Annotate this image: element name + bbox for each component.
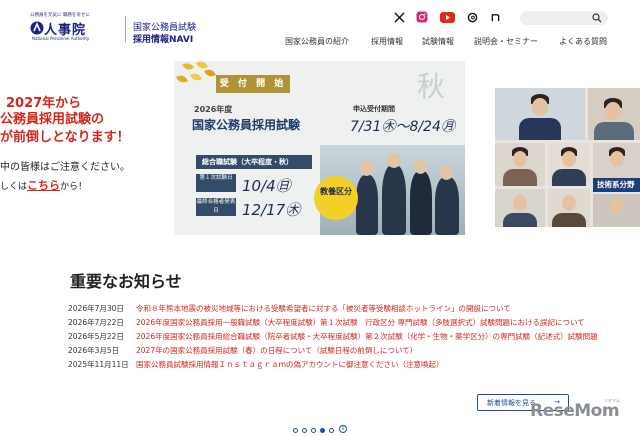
- logo-tagline: 公務員を元気に 職務を幸せに: [30, 13, 90, 18]
- banner-final-date: 12/17㊍: [242, 201, 301, 219]
- news-section-title: 重要なお知らせ: [70, 272, 182, 291]
- hero-banner-autumn-exam[interactable]: 受 付 開 始 秋 2026年度 国家公務員採用試験 申込受付期間 7/31㊍〜…: [174, 61, 465, 235]
- banner-kyoyo-badge: 教養区分: [314, 176, 358, 220]
- news-item-link[interactable]: 国家公務員試験採用情報Ｉｎｓｔａｇｒａｍの偽アカウントに御注意ください（注意喚起…: [136, 359, 444, 370]
- banner-period: 7/31㊍〜8/24㊊: [350, 119, 455, 135]
- news-item-link[interactable]: 2027年の国家公務員採用試験（春）の日程について（試験日程の前倒しについて）: [136, 345, 417, 356]
- carousel-dot[interactable]: [293, 427, 298, 433]
- instagram-icon[interactable]: [415, 10, 429, 24]
- banner-exam-title: 国家公務員採用試験: [192, 118, 301, 132]
- news-item-link[interactable]: 2026年度国家公務員採用一般職試験（大卒程度試験）第１次試験 行政区分 専門試…: [136, 317, 585, 328]
- banner-year: 2026年度: [194, 105, 233, 114]
- banner-uketsuke-label: 受 付 開 始: [216, 75, 290, 93]
- banner-final-label: 最終合格者発表日: [196, 198, 236, 216]
- nav-item-exam-info[interactable]: 試験情報: [422, 36, 454, 47]
- carousel-dot[interactable]: [311, 427, 316, 433]
- resemom-watermark: ReseMom: [530, 401, 620, 421]
- search-input[interactable]: [520, 11, 608, 25]
- global-nav: 国家公務員の紹介 採用情報 試験情報 説明会・セミナー よくある質問: [0, 36, 640, 50]
- news-item-link[interactable]: 令和８年熊本地震の被災地域等における受験希望者に対する「被災者等受験相談ホットラ…: [136, 303, 511, 314]
- news-item-date: 2026年3月5日: [68, 346, 120, 355]
- nav-item-seminar[interactable]: 説明会・セミナー: [474, 36, 538, 47]
- side-slide-badge: 技術系分野: [593, 178, 640, 192]
- hero-left-line5-prefix: しくは: [0, 182, 28, 192]
- hero-left-line3: が前倒しとなります！: [0, 130, 130, 145]
- news-item-date: 2025年11月11日: [68, 360, 129, 369]
- note-icon[interactable]: [488, 10, 502, 24]
- nav-item-faq[interactable]: よくある質問: [559, 36, 607, 47]
- hero-left-line4: 中の皆様はご注意ください。: [0, 162, 130, 173]
- search-icon[interactable]: [592, 13, 602, 23]
- carousel-dots: [293, 426, 334, 434]
- hero-left-line5-suffix: から！: [60, 182, 88, 192]
- carousel-dot[interactable]: [329, 427, 334, 433]
- news-item-date: 2026年7月30日: [68, 304, 124, 313]
- banner-sogo-label: 総合職試験（大卒程度・秋）: [196, 155, 312, 169]
- hero-left-line2: 公務員採用試験の: [0, 112, 105, 127]
- banner-period-label: 申込受付期間: [353, 105, 395, 113]
- carousel-dot-active[interactable]: [320, 427, 325, 433]
- youtube-icon[interactable]: [439, 10, 455, 24]
- jinjiin-mark-icon: [30, 21, 44, 35]
- news-item-link[interactable]: 2026年度国家公務員採用総合職試験（院卒者試験・大卒程度試験）第２次試験（化学…: [136, 331, 598, 342]
- more-news-label: 新着情報を見る: [487, 399, 536, 407]
- hero-left-link[interactable]: こちら: [27, 179, 60, 192]
- hero-side-slide[interactable]: 技術系分野: [495, 88, 640, 227]
- nav-item-introduction[interactable]: 国家公務員の紹介: [285, 36, 349, 47]
- threads-icon[interactable]: [465, 10, 479, 24]
- hero-left-line5: しくはこちらから！: [0, 177, 87, 193]
- banner-first-exam-date: 10/4㊐: [242, 177, 291, 195]
- banner-season-glyph: 秋: [417, 70, 446, 103]
- nav-item-recruitment[interactable]: 採用情報: [371, 36, 403, 47]
- news-item-date: 2026年5月22日: [68, 332, 124, 341]
- carousel-dot[interactable]: [302, 427, 307, 433]
- x-icon[interactable]: [392, 10, 406, 24]
- banner-first-exam-label: 第１次試験日: [196, 174, 236, 192]
- carousel-pause-button[interactable]: II: [339, 425, 347, 433]
- news-item-date: 2026年7月22日: [68, 318, 124, 327]
